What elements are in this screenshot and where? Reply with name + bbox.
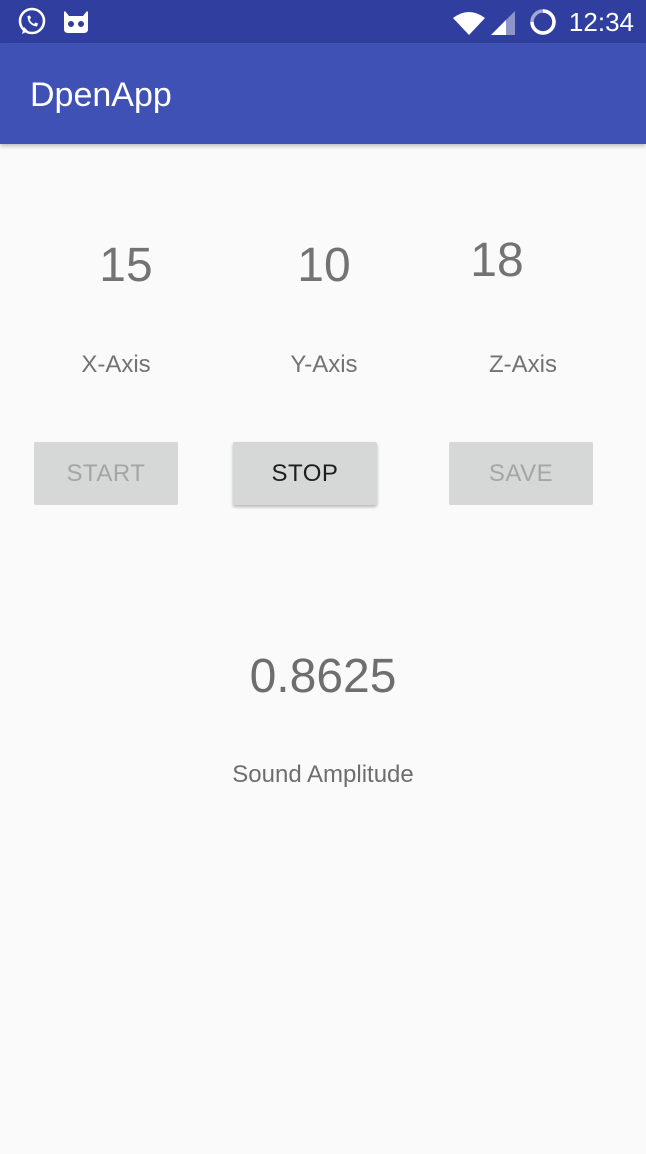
main-content: 15 10 18 X-Axis Y-Axis Z-Axis START STOP… <box>0 144 646 1154</box>
sync-icon <box>528 7 558 37</box>
status-bar: 12:34 <box>0 0 646 43</box>
stop-button[interactable]: STOP <box>233 442 377 505</box>
z-axis-value: 18 <box>470 234 524 287</box>
app-bar: DpenApp <box>0 43 646 144</box>
wifi-icon <box>452 10 486 36</box>
status-time: 12:34 <box>568 7 634 37</box>
whatsapp-icon <box>17 7 47 37</box>
x-axis-value: 15 <box>99 239 153 292</box>
android-icon <box>61 9 91 35</box>
sound-amplitude-label: Sound Amplitude <box>232 761 414 788</box>
x-axis-label: X-Axis <box>81 351 151 378</box>
save-button[interactable]: SAVE <box>449 442 593 505</box>
z-axis-label: Z-Axis <box>489 351 557 378</box>
app-title: DpenApp <box>30 76 172 114</box>
y-axis-value: 10 <box>297 239 351 292</box>
sound-amplitude-value: 0.8625 <box>249 650 397 703</box>
start-button[interactable]: START <box>34 442 178 505</box>
y-axis-label: Y-Axis <box>290 351 358 378</box>
signal-icon <box>490 10 516 36</box>
